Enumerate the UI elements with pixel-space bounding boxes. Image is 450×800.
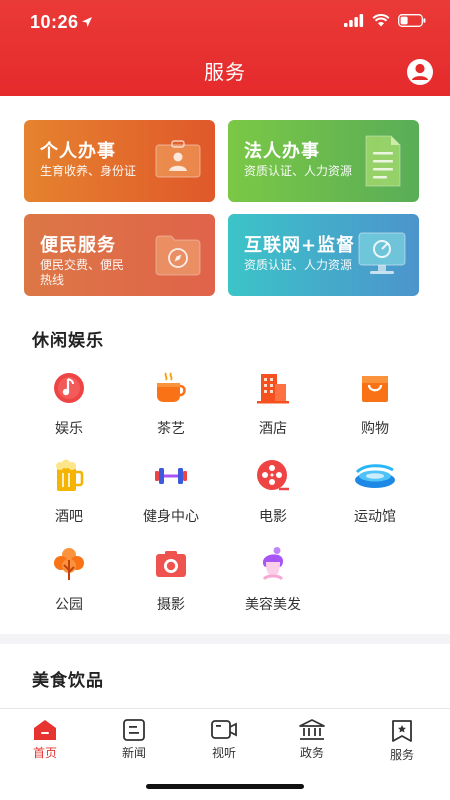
grid-item-label: 公园 bbox=[55, 597, 83, 613]
card-subtitle: 资质认证、人力资源 bbox=[244, 164, 353, 178]
card-title: 法人办事 bbox=[244, 141, 320, 162]
government-icon bbox=[299, 719, 325, 740]
card-subtitle: 资质认证、人力资源 bbox=[244, 258, 353, 272]
card-subtitle: 便民交费、便民热线 bbox=[40, 258, 125, 287]
grid-item-stadium[interactable]: 运动馆 bbox=[329, 458, 421, 526]
grid-item-label: 健身中心 bbox=[143, 509, 199, 525]
header: 10:26 服务 bbox=[0, 0, 450, 96]
grid-item-hotel[interactable]: 酒店 bbox=[227, 370, 319, 438]
card-title: 便民服务 bbox=[40, 235, 116, 256]
battery-icon bbox=[398, 14, 426, 27]
folder-compass-icon bbox=[155, 235, 201, 276]
signal-icon bbox=[344, 14, 364, 27]
id-card-icon bbox=[155, 140, 201, 178]
beauty-icon bbox=[262, 547, 284, 581]
grid-item-label: 购物 bbox=[361, 421, 389, 437]
card-title: 个人办事 bbox=[40, 141, 116, 162]
section-divider bbox=[0, 634, 450, 644]
page-title: 服务 bbox=[204, 60, 246, 84]
personal-affairs-card[interactable]: 个人办事 生育收养、身份证 bbox=[24, 120, 215, 202]
grid-item-label: 酒吧 bbox=[55, 509, 83, 525]
home-icon bbox=[34, 720, 56, 740]
user-profile-icon[interactable] bbox=[406, 58, 434, 86]
news-icon bbox=[123, 719, 145, 741]
monitor-icon bbox=[358, 232, 406, 274]
grid-item-label: 电影 bbox=[259, 509, 287, 525]
grid-item-bar[interactable]: 酒吧 bbox=[23, 458, 115, 526]
grid-item-shopping[interactable]: 购物 bbox=[329, 370, 421, 438]
status-time: 10:26 bbox=[30, 12, 79, 32]
tab-news[interactable]: 新闻 bbox=[99, 719, 169, 761]
shopping-bag-icon bbox=[362, 376, 388, 402]
film-reel-icon bbox=[257, 460, 289, 491]
grid-item-label: 运动馆 bbox=[354, 509, 396, 525]
music-icon bbox=[54, 373, 84, 403]
grid-item-park[interactable]: 公园 bbox=[23, 546, 115, 614]
grid-item-gym[interactable]: 健身中心 bbox=[125, 458, 217, 526]
food-section-title: 美食饮品 bbox=[32, 671, 104, 691]
tab-media[interactable]: 视听 bbox=[189, 719, 259, 761]
grid-item-label: 摄影 bbox=[157, 597, 185, 613]
grid-item-label: 酒店 bbox=[259, 421, 287, 437]
convenience-services-card[interactable]: 便民服务 便民交费、便民热线 bbox=[24, 214, 215, 296]
tab-service[interactable]: 服务 bbox=[367, 719, 437, 763]
tab-label: 政务 bbox=[299, 746, 324, 760]
tea-cup-icon bbox=[157, 372, 186, 402]
status-bar: 10:26 bbox=[0, 0, 450, 44]
internet-supervision-card[interactable]: 互联网+监督 资质认证、人力资源 bbox=[228, 214, 419, 296]
video-icon bbox=[211, 720, 237, 739]
document-icon bbox=[365, 135, 401, 187]
dumbbell-icon bbox=[155, 468, 187, 484]
card-title: 互联网+监督 bbox=[244, 235, 356, 256]
wifi-icon bbox=[372, 14, 390, 27]
grid-item-label: 娱乐 bbox=[55, 421, 83, 437]
location-arrow-icon bbox=[82, 17, 92, 27]
grid-item-beauty[interactable]: 美容美发 bbox=[227, 546, 319, 614]
stadium-icon bbox=[355, 464, 395, 488]
beer-icon bbox=[56, 459, 84, 491]
card-subtitle: 生育收养、身份证 bbox=[40, 164, 137, 178]
tab-label: 服务 bbox=[389, 748, 414, 762]
leisure-section-title: 休闲娱乐 bbox=[32, 331, 104, 351]
camera-icon bbox=[156, 551, 186, 577]
grid-item-label: 美容美发 bbox=[245, 597, 301, 613]
tab-label: 首页 bbox=[32, 746, 57, 760]
tab-label: 视听 bbox=[211, 746, 236, 760]
service-icon bbox=[392, 720, 412, 742]
hotel-icon bbox=[257, 374, 289, 404]
grid-item-photography[interactable]: 摄影 bbox=[125, 546, 217, 614]
tree-icon bbox=[54, 548, 84, 580]
grid-item-movie[interactable]: 电影 bbox=[227, 458, 319, 526]
legal-affairs-card[interactable]: 法人办事 资质认证、人力资源 bbox=[228, 120, 419, 202]
main-content: 个人办事 生育收养、身份证 法人办事 资质认证、人力资源 便民服务 便民交费、便… bbox=[0, 96, 450, 708]
grid-item-entertainment[interactable]: 娱乐 bbox=[23, 370, 115, 438]
tab-home[interactable]: 首页 bbox=[10, 719, 80, 761]
tab-label: 新闻 bbox=[121, 746, 146, 760]
grid-item-label: 茶艺 bbox=[157, 421, 185, 437]
grid-item-tea[interactable]: 茶艺 bbox=[125, 370, 217, 438]
status-icons bbox=[344, 14, 426, 27]
home-indicator bbox=[146, 784, 304, 789]
tab-government[interactable]: 政务 bbox=[277, 719, 347, 761]
